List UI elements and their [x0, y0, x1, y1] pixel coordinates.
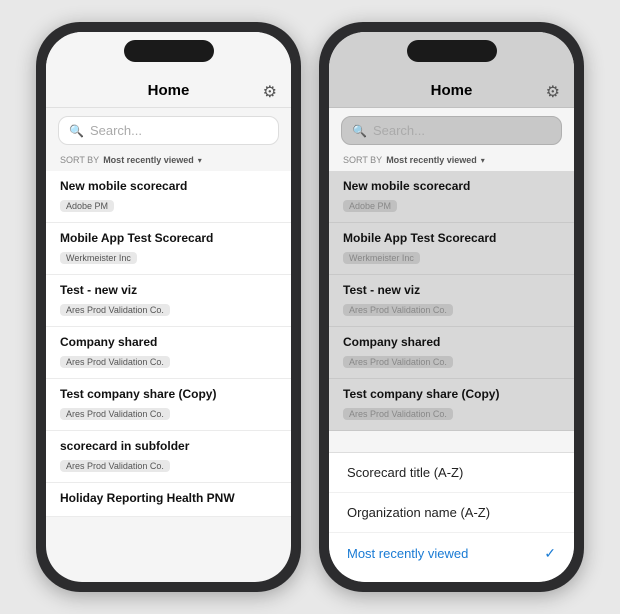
- sort-label-left: SORT BY: [60, 155, 99, 165]
- item-title: Company shared: [343, 335, 560, 349]
- left-screen: Home ⚙ 🔍 Search... SORT BY Most recently…: [46, 32, 291, 582]
- sort-dropdown: Scorecard title (A-Z) Organization name …: [329, 452, 574, 582]
- item-badge: Ares Prod Validation Co.: [343, 408, 453, 420]
- left-phone: Home ⚙ 🔍 Search... SORT BY Most recently…: [36, 22, 301, 592]
- dropdown-option[interactable]: Scorecard title (A-Z): [329, 453, 574, 493]
- sort-bar-right[interactable]: SORT BY Most recently viewed ▾: [329, 153, 574, 171]
- header-title-left: Home: [148, 82, 190, 99]
- list-item[interactable]: scorecard in subfolder Ares Prod Validat…: [46, 431, 291, 483]
- list-item[interactable]: Test company share (Copy) Ares Prod Vali…: [46, 379, 291, 431]
- item-title: Test company share (Copy): [60, 387, 277, 401]
- search-placeholder-left: Search...: [90, 123, 142, 138]
- header-right: Home ⚙: [329, 76, 574, 108]
- right-screen: Home ⚙ 🔍 Search... SORT BY Most recently…: [329, 32, 574, 582]
- chevron-down-icon-left: ▾: [198, 156, 202, 165]
- dropdown-option-label: Organization name (A-Z): [347, 505, 490, 520]
- item-title: New mobile scorecard: [343, 179, 560, 193]
- item-badge: Adobe PM: [343, 200, 397, 212]
- list-item[interactable]: New mobile scorecard Adobe PM: [46, 171, 291, 223]
- item-badge: Ares Prod Validation Co.: [60, 356, 170, 368]
- item-title: Test - new viz: [60, 283, 277, 297]
- phones-container: Home ⚙ 🔍 Search... SORT BY Most recently…: [36, 22, 584, 592]
- item-badge: Werkmeister Inc: [60, 252, 137, 264]
- list-item[interactable]: Mobile App Test Scorecard Werkmeister In…: [329, 223, 574, 275]
- dropdown-option[interactable]: Organization name (A-Z): [329, 493, 574, 533]
- search-bar-left[interactable]: 🔍 Search...: [58, 116, 279, 145]
- list-item[interactable]: Test - new viz Ares Prod Validation Co.: [46, 275, 291, 327]
- checkmark-icon: ✓: [544, 545, 556, 562]
- sort-value-right: Most recently viewed: [386, 155, 477, 165]
- list-left: New mobile scorecard Adobe PM Mobile App…: [46, 171, 291, 517]
- dropdown-option-label: Scorecard title (A-Z): [347, 465, 463, 480]
- sort-label-right: SORT BY: [343, 155, 382, 165]
- item-badge: Ares Prod Validation Co.: [343, 304, 453, 316]
- item-badge: Ares Prod Validation Co.: [343, 356, 453, 368]
- item-title: scorecard in subfolder: [60, 439, 277, 453]
- item-title: Mobile App Test Scorecard: [343, 231, 560, 245]
- header-title-right: Home: [431, 82, 473, 99]
- item-badge: Ares Prod Validation Co.: [60, 304, 170, 316]
- search-icon-left: 🔍: [69, 124, 84, 138]
- list-item[interactable]: New mobile scorecard Adobe PM: [329, 171, 574, 223]
- dropdown-option[interactable]: Most recently viewed ✓: [329, 533, 574, 574]
- item-badge: Ares Prod Validation Co.: [60, 408, 170, 420]
- search-bar-right[interactable]: 🔍 Search...: [341, 116, 562, 145]
- item-title: Holiday Reporting Health PNW: [60, 491, 277, 505]
- gear-icon-right[interactable]: ⚙: [546, 82, 560, 102]
- right-phone: Home ⚙ 🔍 Search... SORT BY Most recently…: [319, 22, 584, 592]
- item-badge: Werkmeister Inc: [343, 252, 420, 264]
- chevron-down-icon-right: ▾: [481, 156, 485, 165]
- item-title: Test company share (Copy): [343, 387, 560, 401]
- list-item[interactable]: Test - new viz Ares Prod Validation Co.: [329, 275, 574, 327]
- item-title: Mobile App Test Scorecard: [60, 231, 277, 245]
- list-item[interactable]: Test company share (Copy) Ares Prod Vali…: [329, 379, 574, 431]
- dropdown-option-label: Most recently viewed: [347, 546, 468, 561]
- item-badge: Ares Prod Validation Co.: [60, 460, 170, 472]
- gear-icon-left[interactable]: ⚙: [263, 82, 277, 102]
- item-title: New mobile scorecard: [60, 179, 277, 193]
- status-bar-left: [46, 32, 291, 76]
- list-item[interactable]: Company shared Ares Prod Validation Co.: [46, 327, 291, 379]
- sort-bar-left[interactable]: SORT BY Most recently viewed ▾: [46, 153, 291, 171]
- item-title: Test - new viz: [343, 283, 560, 297]
- search-icon-right: 🔍: [352, 124, 367, 138]
- header-left: Home ⚙: [46, 76, 291, 108]
- list-right: New mobile scorecard Adobe PM Mobile App…: [329, 171, 574, 431]
- list-item[interactable]: Holiday Reporting Health PNW: [46, 483, 291, 517]
- list-item[interactable]: Mobile App Test Scorecard Werkmeister In…: [46, 223, 291, 275]
- list-item[interactable]: Company shared Ares Prod Validation Co.: [329, 327, 574, 379]
- status-bar-right: [329, 32, 574, 76]
- item-title: Company shared: [60, 335, 277, 349]
- item-badge: Adobe PM: [60, 200, 114, 212]
- search-placeholder-right: Search...: [373, 123, 425, 138]
- sort-value-left: Most recently viewed: [103, 155, 194, 165]
